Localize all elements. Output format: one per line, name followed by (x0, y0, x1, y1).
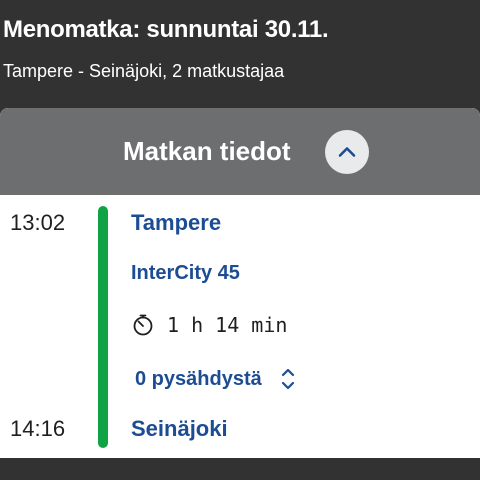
train-link[interactable]: InterCity 45 (131, 262, 240, 285)
timer-icon (133, 314, 153, 336)
chevron-up-icon (338, 147, 356, 157)
arrival-time: 14:16 (10, 416, 66, 441)
departure-station-link[interactable]: Tampere (131, 210, 221, 236)
duration-text: 1 h 14 min (167, 313, 288, 337)
arrival-station-link[interactable]: Seinäjoki (131, 416, 228, 442)
travel-duration: 1 h 14 min (131, 311, 287, 339)
route-line (98, 206, 108, 448)
departure-time: 13:02 (10, 210, 66, 235)
collapse-details-button[interactable] (325, 130, 369, 174)
trip-details-header[interactable]: Matkan tiedot (0, 108, 480, 195)
page-title: Menomatka: sunnuntai 30.11. (3, 16, 329, 43)
stops-label: 0 pysähdystä (135, 367, 262, 390)
trip-details-title: Matkan tiedot (123, 136, 291, 166)
stops-toggle-button[interactable]: 0 pysähdystä (135, 366, 296, 392)
expand-icon (281, 368, 294, 390)
trip-subtitle: Tampere - Seinäjoki, 2 matkustajaa (3, 61, 285, 81)
trip-details-card: Matkan tiedot (0, 108, 480, 458)
